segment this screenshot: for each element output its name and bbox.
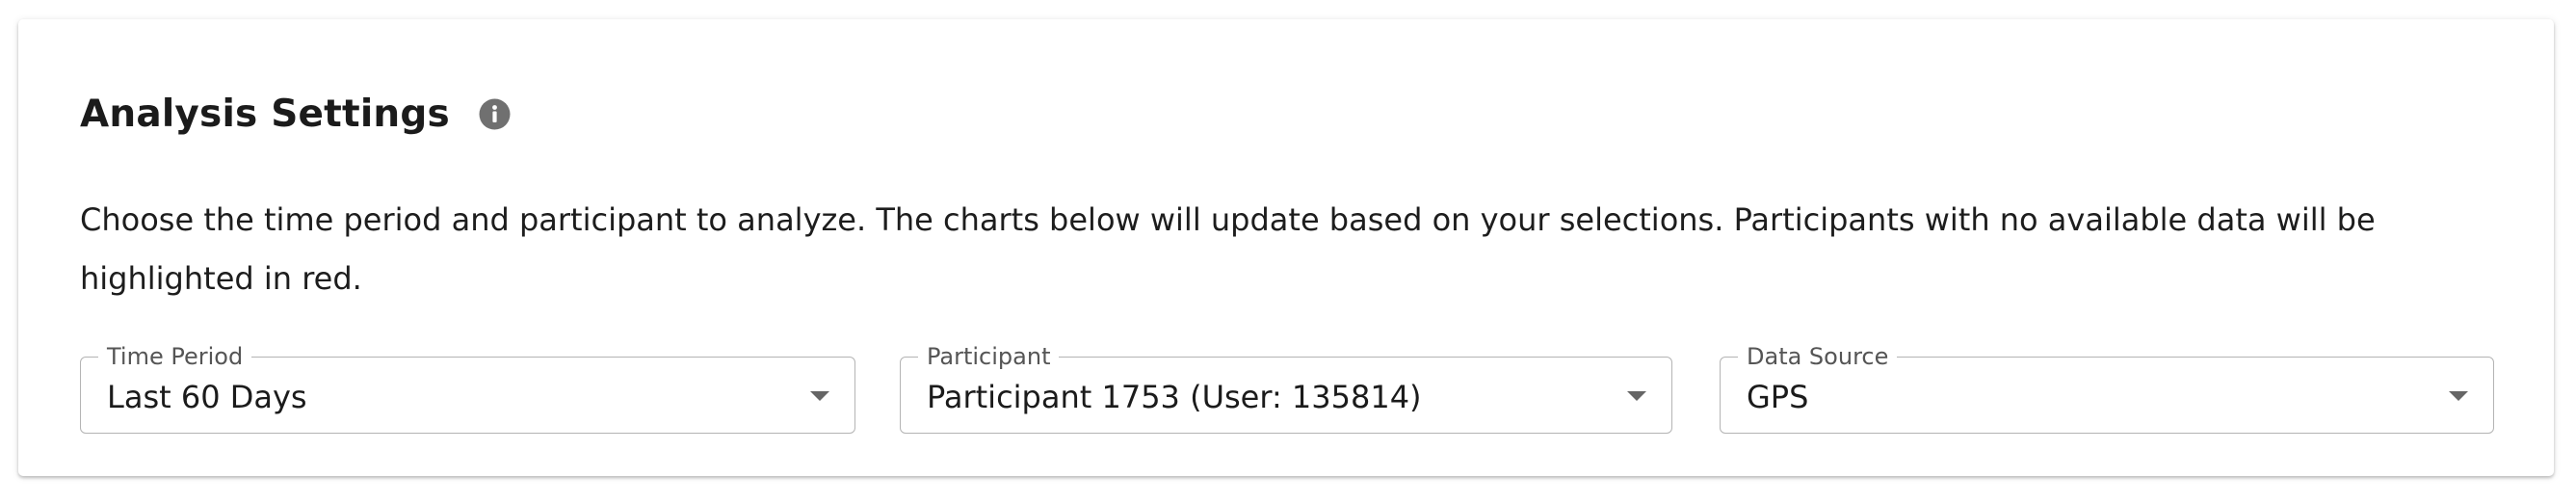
chevron-down-icon[interactable] — [810, 391, 829, 401]
chevron-down-icon[interactable] — [2449, 391, 2468, 401]
analysis-settings-card: Analysis Settings Choose the time period… — [18, 19, 2554, 476]
settings-description: Choose the time period and participant t… — [80, 201, 2376, 297]
time-period-label: Time Period — [98, 343, 252, 370]
time-period-value: Last 60 Days — [107, 379, 307, 415]
chevron-down-icon[interactable] — [1627, 391, 1646, 401]
title-row: Analysis Settings — [80, 87, 511, 141]
time-period-select[interactable]: Time Period Last 60 Days — [80, 343, 855, 434]
section-title: Analysis Settings — [80, 92, 450, 136]
participant-label: Participant — [918, 343, 1060, 370]
data-source-select[interactable]: Data Source GPS — [1720, 343, 2494, 434]
participant-select[interactable]: Participant Participant 1753 (User: 1358… — [900, 343, 1672, 434]
info-icon[interactable] — [479, 98, 511, 130]
participant-value: Participant 1753 (User: 135814) — [927, 379, 1422, 415]
data-source-label: Data Source — [1738, 343, 1898, 370]
data-source-value: GPS — [1747, 379, 1809, 415]
